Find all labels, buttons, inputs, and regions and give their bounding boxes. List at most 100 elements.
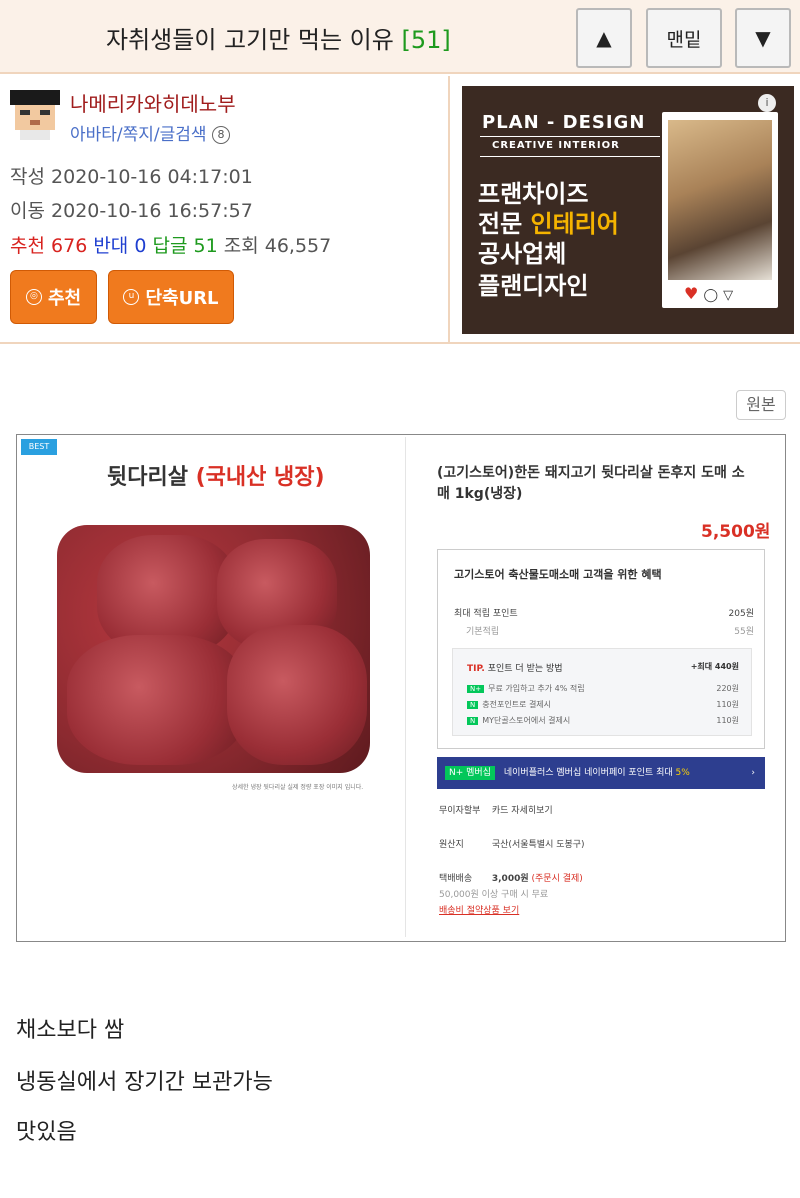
naver-badge-icon: N <box>467 701 479 709</box>
ad-rule-top <box>480 136 660 137</box>
author-links: 아바타/쪽지/글검색 8 <box>70 120 230 145</box>
url-icon: u <box>123 289 140 305</box>
oppose-count: 0 <box>134 235 147 257</box>
meat-photo <box>57 525 370 773</box>
naver-badge-icon: N <box>467 717 479 725</box>
ad-photo-card: ♥ ◯ ▽ <box>662 112 778 308</box>
shipping-label: 택배배송 <box>439 874 473 884</box>
recommend-button-label: 추천 <box>47 288 82 309</box>
membership-percent: 5% <box>675 768 690 778</box>
level-badge-icon: 8 <box>211 126 230 144</box>
product-image-title: 뒷다리살 (국내산 냉장) <box>107 459 325 491</box>
share-icon: ▽ <box>723 288 734 303</box>
tip-row-1-value: 220원 <box>716 684 739 693</box>
naver-badge-icon: N+ <box>467 685 485 693</box>
recommend-button[interactable]: ◎ 추천 <box>10 270 97 324</box>
ad-headline-3: 공사업체 <box>478 240 567 268</box>
origin-row: 원산지 국산(서울특별시 도봉구) <box>439 837 585 850</box>
tip-row-2-text[interactable]: 충전포인트로 결제시 <box>482 700 551 709</box>
recommend-icon: ◎ <box>25 289 42 305</box>
tip-row-3-text[interactable]: MY단골스토어에서 결제시 <box>482 716 570 725</box>
moved-value: 2020-10-16 16:57:57 <box>51 200 253 222</box>
original-image-button[interactable]: 원본 <box>736 390 786 420</box>
tip-row-3: N MY단골스토어에서 결제시 110원 <box>467 715 739 726</box>
ad-subtitle: CREATIVE INTERIOR <box>492 140 620 151</box>
short-url-button-label: 단축URL <box>145 288 219 309</box>
tip-row-1: N+ 무료 가입하고 추가 4% 적립 220원 <box>467 683 739 694</box>
body-line-2: 냉동실에서 장기간 보관가능 <box>16 1070 273 1095</box>
author-nickname[interactable]: 나메리카와히데노부 <box>70 88 236 117</box>
tip-row-2-value: 110원 <box>716 700 739 709</box>
recommend-count: 676 <box>51 235 88 257</box>
shipping-saver-link[interactable]: 배송비 절약상품 보기 <box>439 906 519 916</box>
tip-row-2: N 충전포인트로 결제시 110원 <box>467 699 739 710</box>
product-column-divider <box>405 437 406 937</box>
post-stats: 추천 676 반대 0 답글 51 조회 46,557 <box>10 231 331 258</box>
benefit-box: 고기스토어 축산물도매소매 고객을 위한 혜택 최대 적립 포인트 205원 기… <box>437 549 765 749</box>
heart-icon: ♥ <box>684 284 699 303</box>
vertical-divider <box>448 76 450 344</box>
scroll-bottom-button[interactable]: 맨밑 <box>646 8 722 68</box>
body-line-3: 맛있음 <box>16 1120 77 1145</box>
basic-points-label: 기본적립 <box>466 627 500 637</box>
scroll-up-button[interactable]: ▲ <box>576 8 632 68</box>
tip-row-1-text[interactable]: 무료 가입하고 추가 4% 적립 <box>488 684 584 693</box>
title-bar: 자취생들이 고기만 먹는 이유 [51] ▲ 맨밑 ▼ <box>0 0 800 74</box>
membership-badge: N+ 멤버십 <box>445 766 495 780</box>
membership-banner[interactable]: N+ 멤버십 네이버플러스 멤버십 네이버페이 포인트 최대 5% › <box>437 757 765 789</box>
author-links-text[interactable]: 아바타/쪽지/글검색 <box>70 125 207 145</box>
body-line-1: 채소보다 쌈 <box>16 1018 125 1043</box>
ad-interior-photo <box>668 120 772 280</box>
ad-action-icons: ♥ ◯ ▽ <box>684 284 733 303</box>
chevron-right-icon: › <box>751 768 755 778</box>
reply-count: 51 <box>193 235 218 257</box>
info-divider <box>0 342 800 344</box>
avatar[interactable] <box>10 90 60 140</box>
written-value: 2020-10-16 04:17:01 <box>51 166 253 188</box>
shipping-link-row: 배송비 절약상품 보기 <box>439 903 519 916</box>
installment-link[interactable]: 카드 자세히보기 <box>492 806 553 816</box>
short-url-button[interactable]: u 단축URL <box>108 270 234 324</box>
max-points-label: 최대 적립 포인트 <box>454 609 518 619</box>
shipping-note: (주문시 결제) <box>531 874 583 884</box>
comment-icon: ◯ <box>703 288 718 303</box>
product-screenshot: BEST 뒷다리살 (국내산 냉장) 상세한 냉장 뒷다리살 실제 정량 포장 … <box>16 434 786 942</box>
meat-chunk <box>67 635 247 765</box>
ad-banner[interactable]: PLAN - DESIGN CREATIVE INTERIOR 프랜차이즈 전문… <box>462 86 794 334</box>
shipping-price: 3,000원 <box>491 874 529 884</box>
down-arrow-icon: ▼ <box>755 26 771 50</box>
tip-row-3-value: 110원 <box>716 716 739 725</box>
shipping-free-row: 50,000원 이상 구매 시 무료 <box>439 890 549 900</box>
scroll-down-button[interactable]: ▼ <box>735 8 791 68</box>
ad-title: PLAN - DESIGN <box>482 112 646 133</box>
views-label: 조회 <box>223 235 259 257</box>
ad-info-icon[interactable]: i <box>758 94 776 112</box>
photo-caption: 상세한 냉장 뒷다리살 실제 정량 포장 이미지 입니다. <box>232 784 364 791</box>
oppose-label: 반대 <box>93 235 129 257</box>
max-points-row: 최대 적립 포인트 205원 <box>454 606 754 619</box>
max-points-value: 205원 <box>728 609 754 619</box>
benefit-title: 고기스토어 축산물도매소매 고객을 위한 혜택 <box>454 568 662 581</box>
written-label: 작성 <box>10 166 45 188</box>
product-image-title-a: 뒷다리살 <box>107 465 196 490</box>
post-title: 자취생들이 고기만 먹는 이유 [51] <box>106 20 451 55</box>
tip-box: TIP. 포인트 더 받는 방법 +최대 440원 N+ 무료 가입하고 추가 4… <box>452 648 752 736</box>
up-arrow-icon: ▲ <box>596 26 612 50</box>
product-price: 5,500원 <box>701 522 771 542</box>
shipping-row: 택배배송 3,000원 (주문시 결제) <box>439 871 583 884</box>
product-image-title-b: (국내산 냉장) <box>195 465 325 490</box>
meat-chunk <box>227 625 367 765</box>
origin-label: 원산지 <box>439 840 464 850</box>
best-badge: BEST <box>21 439 57 455</box>
ad-headline-4: 플랜디자인 <box>478 272 589 300</box>
origin-value: 국산(서울특별시 도봉구) <box>491 840 585 850</box>
views-count: 46,557 <box>264 235 332 257</box>
tip-max: +최대 440원 <box>690 662 739 671</box>
product-name: (고기스토어)한돈 돼지고기 뒷다리살 돈후지 도매 소매 1kg(냉장) <box>437 465 745 502</box>
recommend-label: 추천 <box>10 235 45 257</box>
comment-count[interactable]: [51] <box>402 26 451 54</box>
membership-text: 네이버플러스 멤버십 네이버페이 포인트 최대 <box>503 768 673 778</box>
basic-points-value: 55원 <box>734 627 754 637</box>
ad-rule-bottom <box>480 156 660 157</box>
installment-row: 무이자할부 카드 자세히보기 <box>439 803 553 816</box>
